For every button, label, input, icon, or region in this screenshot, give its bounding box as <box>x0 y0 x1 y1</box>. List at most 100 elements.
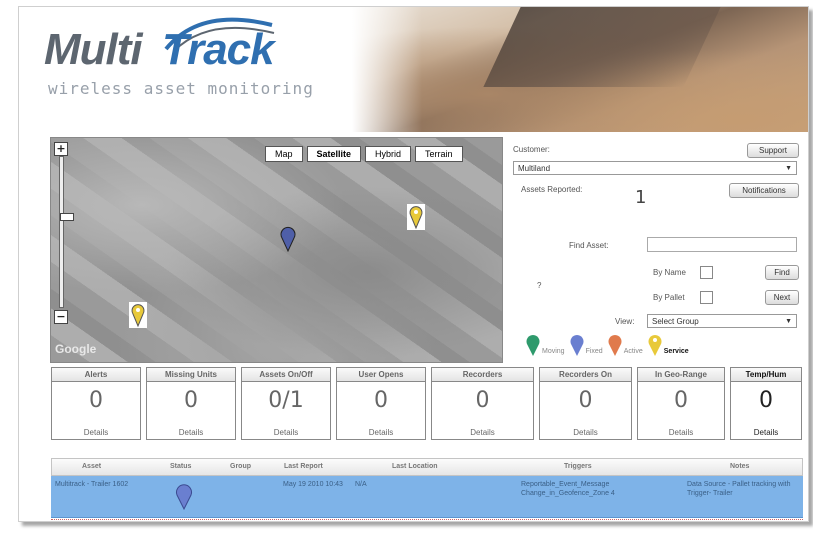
assets-table: Asset Status Group Last Report Last Loca… <box>51 458 803 518</box>
multitrack-logo: Multi Track wireless asset monitoring <box>44 17 344 116</box>
status-legend: Moving Fixed Active Service <box>525 333 693 357</box>
pin-green-icon <box>526 335 540 356</box>
details-link[interactable]: Details <box>337 428 425 437</box>
find-asset-input[interactable] <box>647 237 797 252</box>
stat-title: Alerts <box>52 368 140 382</box>
stat-card-recorders: Recorders 0 Details <box>431 367 534 440</box>
customer-select-value: Multiland <box>518 164 551 173</box>
table-header: Asset Status Group Last Report Last Loca… <box>51 458 803 476</box>
stat-card-alerts: Alerts 0 Details <box>51 367 141 440</box>
control-panel: Customer: Support Multiland ▼ Assets Rep… <box>507 137 807 373</box>
legend-item-fixed: Fixed <box>569 333 603 357</box>
map-zoom-control: + − <box>54 142 74 324</box>
map-tab-map[interactable]: Map <box>265 146 303 162</box>
map-tab-terrain[interactable]: Terrain <box>415 146 463 162</box>
pin-orange-icon <box>608 335 622 356</box>
stat-title: Temp/Hum <box>731 368 801 382</box>
column-header-triggers[interactable]: Triggers <box>564 459 592 475</box>
chevron-down-icon: ▼ <box>785 165 792 172</box>
stat-value: 0 <box>578 388 593 413</box>
by-name-checkbox[interactable] <box>700 266 713 279</box>
chevron-down-icon: ▼ <box>785 318 792 325</box>
assets-reported-label: Assets Reported: <box>521 185 583 194</box>
details-link[interactable]: Details <box>638 428 724 437</box>
column-header-asset[interactable]: Asset <box>82 459 101 475</box>
column-header-status[interactable]: Status <box>170 459 191 475</box>
pin-yellow-icon <box>648 335 662 356</box>
map-tab-hybrid[interactable]: Hybrid <box>365 146 412 162</box>
next-row-edge <box>51 519 803 521</box>
google-attribution: Google <box>55 342 97 356</box>
details-link[interactable]: Details <box>147 428 235 437</box>
group-select[interactable]: Select Group ▼ <box>647 314 797 328</box>
logo-tagline: wireless asset monitoring <box>48 79 314 98</box>
column-header-group[interactable]: Group <box>230 459 251 475</box>
header: Multi Track wireless asset monitoring <box>19 7 808 132</box>
legend-item-active: Active <box>607 333 643 357</box>
group-select-value: Select Group <box>652 317 699 326</box>
stats-row: Alerts 0 Details Missing Units 0 Details… <box>51 367 803 447</box>
zoom-slider-handle[interactable] <box>60 213 74 221</box>
stat-value: 0 <box>674 388 688 413</box>
find-button[interactable]: Find <box>765 265 799 280</box>
column-header-notes[interactable]: Notes <box>730 459 749 475</box>
zoom-in-button[interactable]: + <box>54 142 68 156</box>
by-name-label: By Name <box>653 268 686 277</box>
stat-card-assets-on-off: Assets On/Off 0/1 Details <box>241 367 331 440</box>
header-photo <box>352 7 808 132</box>
stat-title: Recorders On <box>540 368 631 382</box>
table-row[interactable]: Multitrack - Trailer 1602 May 19 2010 10… <box>51 476 803 518</box>
stat-value: 0 <box>475 388 490 413</box>
details-link[interactable]: Details <box>52 428 140 437</box>
map-pin-service-icon[interactable] <box>129 302 147 328</box>
find-asset-label: Find Asset: <box>569 241 609 250</box>
stat-title: User Opens <box>337 368 425 382</box>
map-pin-service-icon[interactable] <box>407 204 425 230</box>
stat-value: 0 <box>374 388 388 413</box>
stat-title: In Geo-Range <box>638 368 724 382</box>
column-header-last-report[interactable]: Last Report <box>284 459 323 475</box>
cell-notes: Data Source - Pallet tracking with Trigg… <box>687 481 791 497</box>
support-button[interactable]: Support <box>747 143 799 158</box>
app-window: Multi Track wireless asset monitoring + … <box>18 6 809 522</box>
notifications-button[interactable]: Notifications <box>729 183 799 198</box>
details-link[interactable]: Details <box>432 428 533 437</box>
view-label: View: <box>615 317 635 326</box>
map-type-tabs: Map Satellite Hybrid Terrain <box>265 146 463 162</box>
stat-title: Recorders <box>432 368 533 382</box>
details-link[interactable]: Details <box>242 428 330 437</box>
stat-card-missing-units: Missing Units 0 Details <box>146 367 236 440</box>
column-header-last-location[interactable]: Last Location <box>392 459 438 475</box>
map-pin-fixed-icon[interactable] <box>279 226 297 252</box>
customer-select[interactable]: Multiland ▼ <box>513 161 797 175</box>
cell-triggers: Reportable_Event_Message Change_in_Geofe… <box>521 481 615 497</box>
stat-card-temp-hum: Temp/Hum 0 Details <box>730 367 802 440</box>
cell-last-report: May 19 2010 10:43 <box>283 481 343 488</box>
satellite-map[interactable]: + − Map Satellite Hybrid Terrain Google <box>50 137 503 363</box>
cell-last-location: N/A <box>355 481 367 488</box>
zoom-out-button[interactable]: − <box>54 310 68 324</box>
stat-card-user-opens: User Opens 0 Details <box>336 367 426 440</box>
stat-value: 0 <box>184 388 198 413</box>
pin-blue-icon <box>570 335 584 356</box>
next-button[interactable]: Next <box>765 290 799 305</box>
details-link[interactable]: Details <box>540 428 631 437</box>
cell-asset: Multitrack - Trailer 1602 <box>55 481 129 488</box>
stat-title: Missing Units <box>147 368 235 382</box>
logo-word-track: Track <box>162 25 275 74</box>
by-pallet-label: By Pallet <box>653 293 685 302</box>
map-tab-satellite[interactable]: Satellite <box>306 146 362 162</box>
by-pallet-checkbox[interactable] <box>700 291 713 304</box>
customer-label: Customer: <box>513 145 550 154</box>
logo-word-multi: Multi <box>44 25 143 74</box>
stat-title: Assets On/Off <box>242 368 330 382</box>
stat-value: 0/1 <box>268 388 304 413</box>
assets-reported-value: 1 <box>635 187 647 208</box>
find-mode-marker: ? <box>537 281 542 290</box>
stat-value: 0 <box>759 388 773 413</box>
legend-item-service: Service <box>647 333 689 357</box>
zoom-slider-track[interactable] <box>59 156 74 308</box>
details-link[interactable]: Details <box>731 428 801 437</box>
stat-card-recorders-on: Recorders On 0 Details <box>539 367 632 440</box>
stat-card-in-geo-range: In Geo-Range 0 Details <box>637 367 725 440</box>
